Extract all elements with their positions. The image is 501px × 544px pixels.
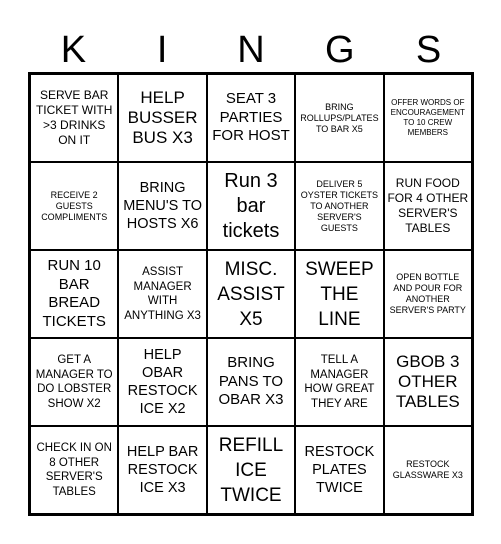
cell-text: GBOB 3 OTHER TABLES [395,352,460,411]
bingo-cell[interactable]: BRING MENU'S TO HOSTS X6 [118,162,207,250]
title-letter-s: S [415,29,442,71]
cell-text: BRING MENU'S TO HOSTS X6 [123,180,202,232]
bingo-cell[interactable]: GET A MANAGER TO DO LOBSTER SHOW X2 [30,338,119,426]
bingo-cell[interactable]: HELP BUSSER BUS X3 [118,74,207,162]
cell-text: HELP BUSSER BUS X3 [127,88,198,147]
bingo-cell[interactable]: RUN 10 BAR BREAD TICKETS [30,250,119,338]
bingo-cell[interactable]: OFFER WORDS OF ENCOURAGEMENT TO 10 CREW … [383,74,472,162]
cell-text: DELIVER 5 OYSTER TICKETS TO ANOTHER SERV… [300,178,379,233]
title-letter-i: I [156,29,168,71]
cell-text: REFILL ICE TWICE [218,434,284,506]
bingo-cell[interactable]: BRING ROLLUPS/PLATES TO BAR X5 [295,74,384,162]
cell-text: CHECK IN ON 8 OTHER SERVER'S TABLES [36,442,112,498]
cell-text: MISC. ASSIST X5 [217,258,285,330]
bingo-cell[interactable]: REFILL ICE TWICE [206,426,296,514]
cell-text: SWEEP THE LINE [305,258,374,330]
bingo-cell[interactable]: DELIVER 5 OYSTER TICKETS TO ANOTHER SERV… [295,162,384,250]
cell-text: RESTOCK PLATES TWICE [304,444,375,496]
bingo-title: K I N G S [29,28,473,72]
bingo-cell[interactable]: TELL A MANAGER HOW GREAT THEY ARE [295,338,384,426]
bingo-cell[interactable]: OPEN BOTTLE AND POUR FOR ANOTHER SERVER'… [383,250,472,338]
bingo-cell[interactable]: GBOB 3 OTHER TABLES [383,338,472,426]
bingo-cell[interactable]: HELP OBAR RESTOCK ICE X2 [118,338,207,426]
cell-text: OFFER WORDS OF ENCOURAGEMENT TO 10 CREW … [390,98,465,137]
cell-text: TELL A MANAGER HOW GREAT THEY ARE [304,354,375,410]
cell-text: RECEIVE 2 GUESTS COMPLIMENTS [41,189,108,222]
cell-text: ASSIST MANAGER WITH ANYTHING X3 [124,266,201,322]
bingo-cell[interactable]: HELP BAR RESTOCK ICE X3 [118,426,207,514]
cell-text: BRING PANS TO OBAR X3 [218,354,284,409]
bingo-cell[interactable]: BRING PANS TO OBAR X3 [206,338,296,426]
cell-text: HELP OBAR RESTOCK ICE X2 [127,347,198,417]
bingo-cell[interactable]: MISC. ASSIST X5 [206,250,296,338]
title-letter-g: G [325,29,355,71]
bingo-cell[interactable]: SERVE BAR TICKET WITH >3 DRINKS ON IT [30,74,119,162]
cell-text: RUN 10 BAR BREAD TICKETS [42,257,106,330]
cell-text: RUN FOOD FOR 4 OTHER SERVER'S TABLES [387,176,469,235]
bingo-cell[interactable]: Run 3 bar tickets [206,162,296,250]
cell-text: Run 3 bar tickets [222,169,280,242]
bingo-cell[interactable]: SEAT 3 PARTIES FOR HOST [206,74,296,162]
cell-text: BRING ROLLUPS/PLATES TO BAR X5 [300,101,379,134]
cell-text: RESTOCK GLASSWARE X3 [392,459,463,480]
bingo-cell[interactable]: RESTOCK GLASSWARE X3 [383,426,472,514]
title-letter-k: K [60,29,87,71]
bingo-board: SERVE BAR TICKET WITH >3 DRINKS ON IT HE… [28,72,474,516]
bingo-cell[interactable]: RECEIVE 2 GUESTS COMPLIMENTS [30,162,119,250]
bingo-cell[interactable]: CHECK IN ON 8 OTHER SERVER'S TABLES [30,426,119,514]
bingo-cell[interactable]: SWEEP THE LINE [295,250,384,338]
bingo-cell[interactable]: ASSIST MANAGER WITH ANYTHING X3 [118,250,207,338]
cell-text: SERVE BAR TICKET WITH >3 DRINKS ON IT [35,88,113,147]
bingo-cell[interactable]: RESTOCK PLATES TWICE [295,426,384,514]
bingo-cell[interactable]: RUN FOOD FOR 4 OTHER SERVER'S TABLES [383,162,472,250]
cell-text: SEAT 3 PARTIES FOR HOST [212,90,290,145]
title-letter-n: N [237,29,265,71]
cell-text: HELP BAR RESTOCK ICE X3 [126,444,199,496]
cell-text: OPEN BOTTLE AND POUR FOR ANOTHER SERVER'… [389,272,466,315]
cell-text: GET A MANAGER TO DO LOBSTER SHOW X2 [35,354,113,410]
